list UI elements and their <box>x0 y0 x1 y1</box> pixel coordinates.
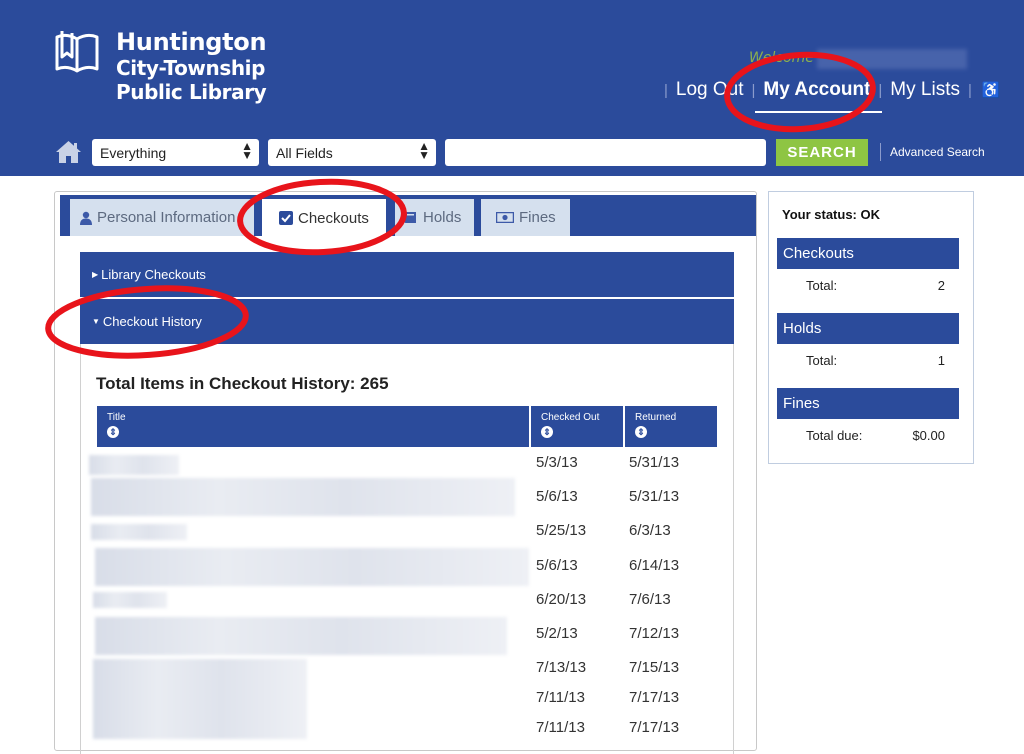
person-icon <box>80 211 92 225</box>
caret-down-icon: ▼ <box>92 317 100 326</box>
redacted-title <box>91 478 515 516</box>
returned-date: 5/31/13 <box>629 488 680 505</box>
library-logo-text[interactable]: Huntington City-Township Public Library <box>116 28 267 105</box>
redacted-title <box>93 659 307 739</box>
tab-label: Personal Information <box>97 209 236 226</box>
checkout-history-toggle[interactable]: ▼ Checkout History <box>80 299 734 344</box>
my-lists-link[interactable]: My Lists <box>890 79 960 101</box>
open-book-icon[interactable] <box>53 27 101 77</box>
search-scope-value: Everything <box>100 145 167 161</box>
section-label: Checkout History <box>102 314 202 329</box>
select-arrows-icon: ▲ ▼ <box>241 139 253 162</box>
advanced-search-link[interactable]: Advanced Search <box>890 145 985 159</box>
tab-personal-information[interactable]: Personal Information <box>70 199 254 236</box>
logo-line-2: City-Township <box>116 56 266 80</box>
checked-out-date: 5/2/13 <box>536 625 578 642</box>
divider <box>880 143 881 161</box>
summary-value-holds: 1 <box>937 353 945 368</box>
account-status: Your status: OK <box>782 207 880 222</box>
column-label: Title <box>107 412 126 423</box>
search-input[interactable] <box>445 139 766 166</box>
checked-out-date: 5/6/13 <box>536 557 578 574</box>
tab-fines[interactable]: Fines <box>481 199 570 236</box>
returned-date: 7/17/13 <box>629 719 680 736</box>
tab-label: Holds <box>423 209 462 226</box>
redacted-title <box>93 592 167 608</box>
checked-out-date: 5/6/13 <box>536 488 578 505</box>
history-total-heading: Total Items in Checkout History: 265 <box>96 374 389 393</box>
redacted-title <box>89 455 179 475</box>
column-header-checked-out[interactable]: Checked Out ⇕ <box>531 406 623 447</box>
book-icon <box>404 211 418 224</box>
checked-out-date: 7/11/13 <box>536 719 585 736</box>
tab-holds[interactable]: Holds <box>395 199 474 236</box>
tab-label: Fines <box>519 209 556 226</box>
summary-heading-holds[interactable]: Holds <box>777 313 959 344</box>
column-label: Checked Out <box>541 412 600 423</box>
column-header-returned[interactable]: Returned ⇕ <box>625 406 717 447</box>
my-account-link[interactable]: My Account <box>755 79 883 113</box>
site-header: Huntington City-Township Public Library … <box>0 0 1024 176</box>
caret-right-icon: ▶ <box>92 270 99 279</box>
search-scope-select[interactable]: Everything ▲ ▼ <box>92 139 259 166</box>
returned-date: 6/3/13 <box>629 522 671 539</box>
home-icon[interactable] <box>55 139 82 165</box>
redacted-title <box>91 524 187 540</box>
summary-label: Total: <box>806 278 838 293</box>
column-label: Returned <box>635 412 677 423</box>
summary-value-checkouts: 2 <box>937 278 945 293</box>
checked-out-date: 5/3/13 <box>536 454 578 471</box>
column-header-title[interactable]: Title ⇕ <box>97 406 529 447</box>
logout-link[interactable]: Log Out <box>676 79 744 101</box>
summary-label: Total: <box>806 353 838 368</box>
search-button[interactable]: SEARCH <box>776 139 868 166</box>
returned-date: 7/12/13 <box>629 625 680 642</box>
wheelchair-icon[interactable]: ♿ <box>982 81 1001 99</box>
select-arrows-icon: ▲ ▼ <box>418 139 430 162</box>
checked-out-date: 7/13/13 <box>536 659 587 676</box>
summary-heading-fines[interactable]: Fines <box>777 388 959 419</box>
returned-date: 7/17/13 <box>629 689 680 706</box>
nav-separator: | <box>967 81 972 99</box>
sort-icon[interactable]: ⇕ <box>107 426 119 438</box>
account-nav: | Log Out | My Account | My Lists | ♿ <box>656 76 1001 113</box>
returned-date: 6/14/13 <box>629 557 680 574</box>
checkbox-icon <box>279 211 293 225</box>
library-checkouts-toggle[interactable]: ▶ Library Checkouts <box>80 252 734 297</box>
returned-date: 7/6/13 <box>629 591 671 608</box>
welcome-text: Welcome <box>749 50 814 66</box>
checked-out-date: 5/25/13 <box>536 522 587 539</box>
returned-date: 7/15/13 <box>629 659 680 676</box>
redacted-title <box>95 548 529 586</box>
returned-date: 5/31/13 <box>629 454 680 471</box>
summary-heading-checkouts[interactable]: Checkouts <box>777 238 959 269</box>
nav-separator: | <box>751 81 756 99</box>
tab-checkouts[interactable]: Checkouts <box>262 199 386 237</box>
search-field-value: All Fields <box>276 145 333 161</box>
logo-line-1: Huntington <box>116 28 267 56</box>
search-field-select[interactable]: All Fields ▲ ▼ <box>268 139 436 166</box>
tab-label: Checkouts <box>298 209 369 227</box>
sort-icon[interactable]: ⇕ <box>635 426 647 438</box>
money-icon <box>496 212 514 223</box>
checked-out-date: 6/20/13 <box>536 591 587 608</box>
logo-line-3: Public Library <box>116 80 267 104</box>
nav-separator: | <box>664 81 668 99</box>
redacted-title <box>95 617 507 655</box>
summary-label: Total due: <box>806 428 863 443</box>
redacted-username <box>817 49 967 69</box>
nav-separator: | <box>878 81 883 99</box>
summary-value-fines: $0.00 <box>912 428 945 443</box>
section-label: Library Checkouts <box>101 267 206 282</box>
checked-out-date: 7/11/13 <box>536 689 585 706</box>
sort-icon[interactable]: ⇕ <box>541 426 553 438</box>
